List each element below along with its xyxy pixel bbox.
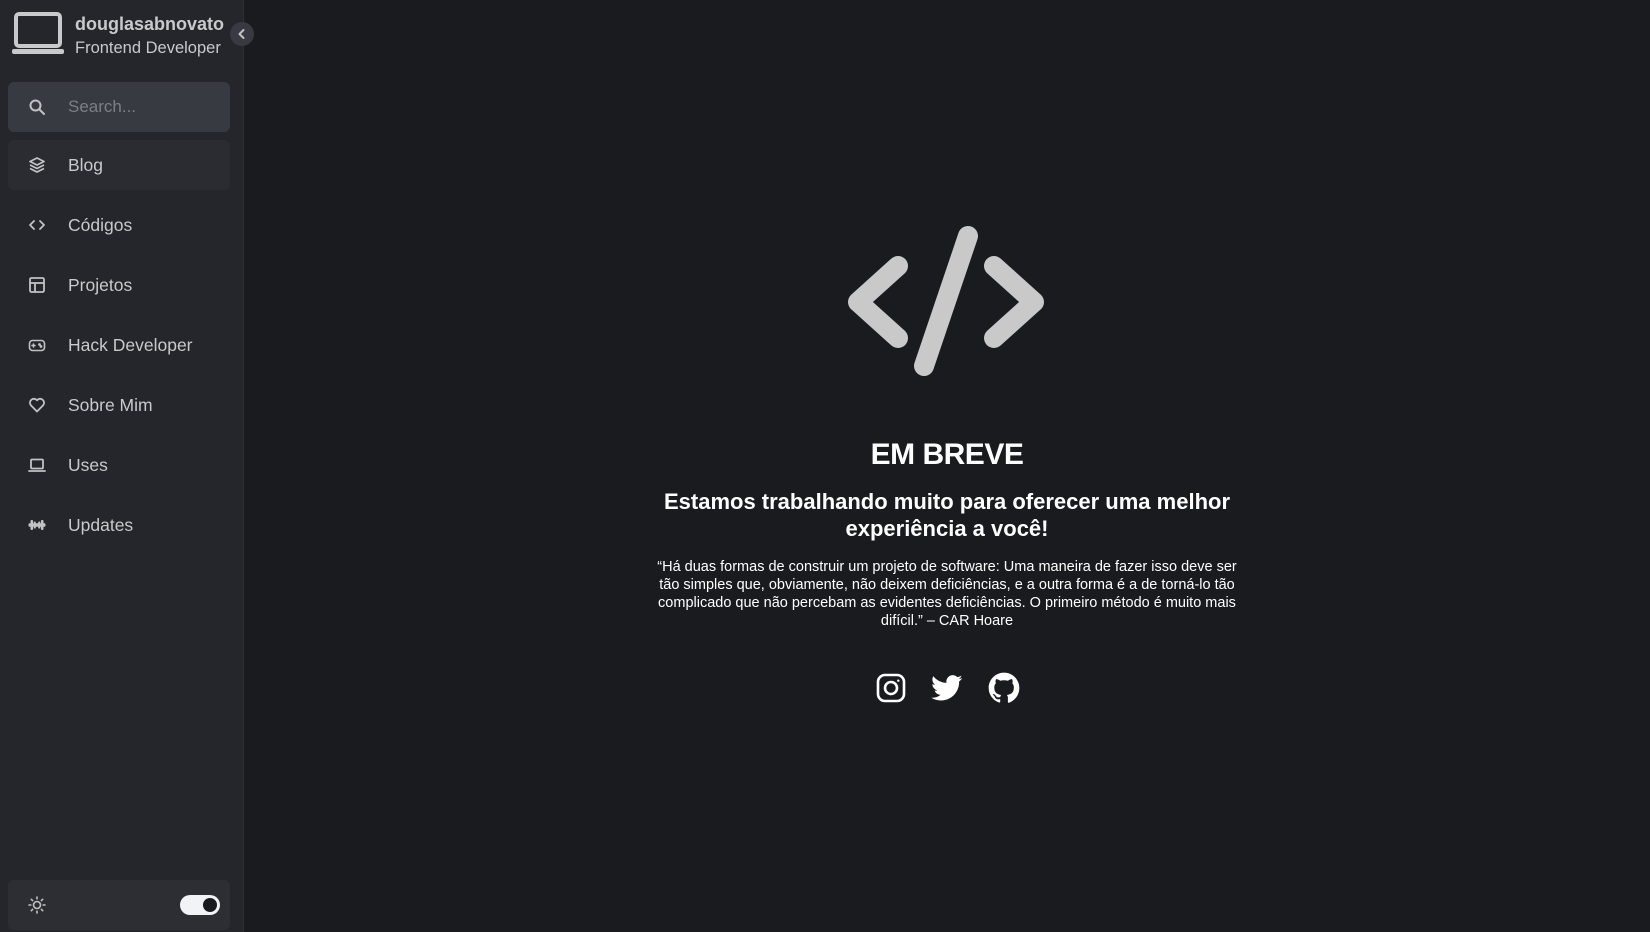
github-icon bbox=[988, 672, 1020, 703]
sidebar-item-label: Uses bbox=[68, 454, 108, 475]
code-icon bbox=[29, 220, 45, 230]
laptop-icon bbox=[12, 12, 64, 54]
social-links bbox=[875, 672, 1025, 706]
sidebar: douglasabnovato Frontend Developer Blog bbox=[0, 0, 254, 932]
sidebar-item-blog[interactable]: Blog bbox=[8, 140, 230, 190]
sidebar-item-label: Projetos bbox=[68, 274, 133, 295]
profile-role: Frontend Developer bbox=[75, 39, 221, 57]
search-icon bbox=[29, 99, 45, 115]
sidebar-item-updates[interactable]: Updates bbox=[8, 500, 230, 550]
sidebar-item-label: Sobre Mim bbox=[68, 394, 153, 415]
barbell-icon bbox=[28, 520, 46, 530]
profile-name: douglasabnovato bbox=[75, 14, 225, 34]
sidebar-item-label: Códigos bbox=[68, 214, 133, 235]
layout-icon bbox=[29, 277, 45, 293]
quote-text: “Há duas formas de construir um projeto … bbox=[657, 559, 1237, 629]
laptop-icon bbox=[28, 458, 46, 472]
search-box bbox=[8, 82, 230, 132]
page-title: EM BREVE bbox=[870, 438, 1024, 471]
chevron-left-icon bbox=[238, 29, 245, 39]
page-subtitle: Estamos trabalhando muito para oferecer … bbox=[663, 489, 1231, 541]
search-input[interactable] bbox=[68, 92, 218, 122]
sidebar-item-codigos[interactable]: Códigos bbox=[8, 200, 230, 250]
toggle-knob bbox=[203, 898, 217, 912]
gamepad-icon bbox=[28, 339, 46, 352]
sidebar-item-label: Blog bbox=[68, 154, 104, 175]
profile-header[interactable]: douglasabnovato Frontend Developer bbox=[12, 10, 244, 60]
main-content: EM BREVE Estamos trabalhando muito para … bbox=[244, 0, 1650, 932]
sidebar-item-projetos[interactable]: Projetos bbox=[8, 260, 230, 310]
dark-mode-toggle[interactable] bbox=[180, 895, 220, 915]
collapse-sidebar-button[interactable] bbox=[230, 22, 254, 46]
heart-icon bbox=[29, 397, 45, 413]
sidebar-item-label: Updates bbox=[68, 514, 134, 535]
instagram-icon bbox=[876, 673, 906, 703]
code-slash-icon bbox=[848, 226, 1044, 376]
twitter-link[interactable] bbox=[931, 672, 963, 704]
instagram-link[interactable] bbox=[875, 672, 907, 704]
sidebar-item-uses[interactable]: Uses bbox=[8, 440, 230, 490]
sun-icon bbox=[28, 896, 46, 914]
sidebar-item-hack-developer[interactable]: Hack Developer bbox=[8, 320, 230, 370]
sidebar-nav: Blog Códigos Projetos Hack Developer Sob… bbox=[8, 140, 230, 560]
github-link[interactable] bbox=[988, 672, 1020, 704]
sidebar-item-label: Hack Developer bbox=[68, 334, 193, 355]
twitter-icon bbox=[931, 675, 963, 701]
sidebar-item-sobre-mim[interactable]: Sobre Mim bbox=[8, 380, 230, 430]
theme-switcher bbox=[8, 880, 230, 930]
layers-icon bbox=[29, 157, 45, 173]
